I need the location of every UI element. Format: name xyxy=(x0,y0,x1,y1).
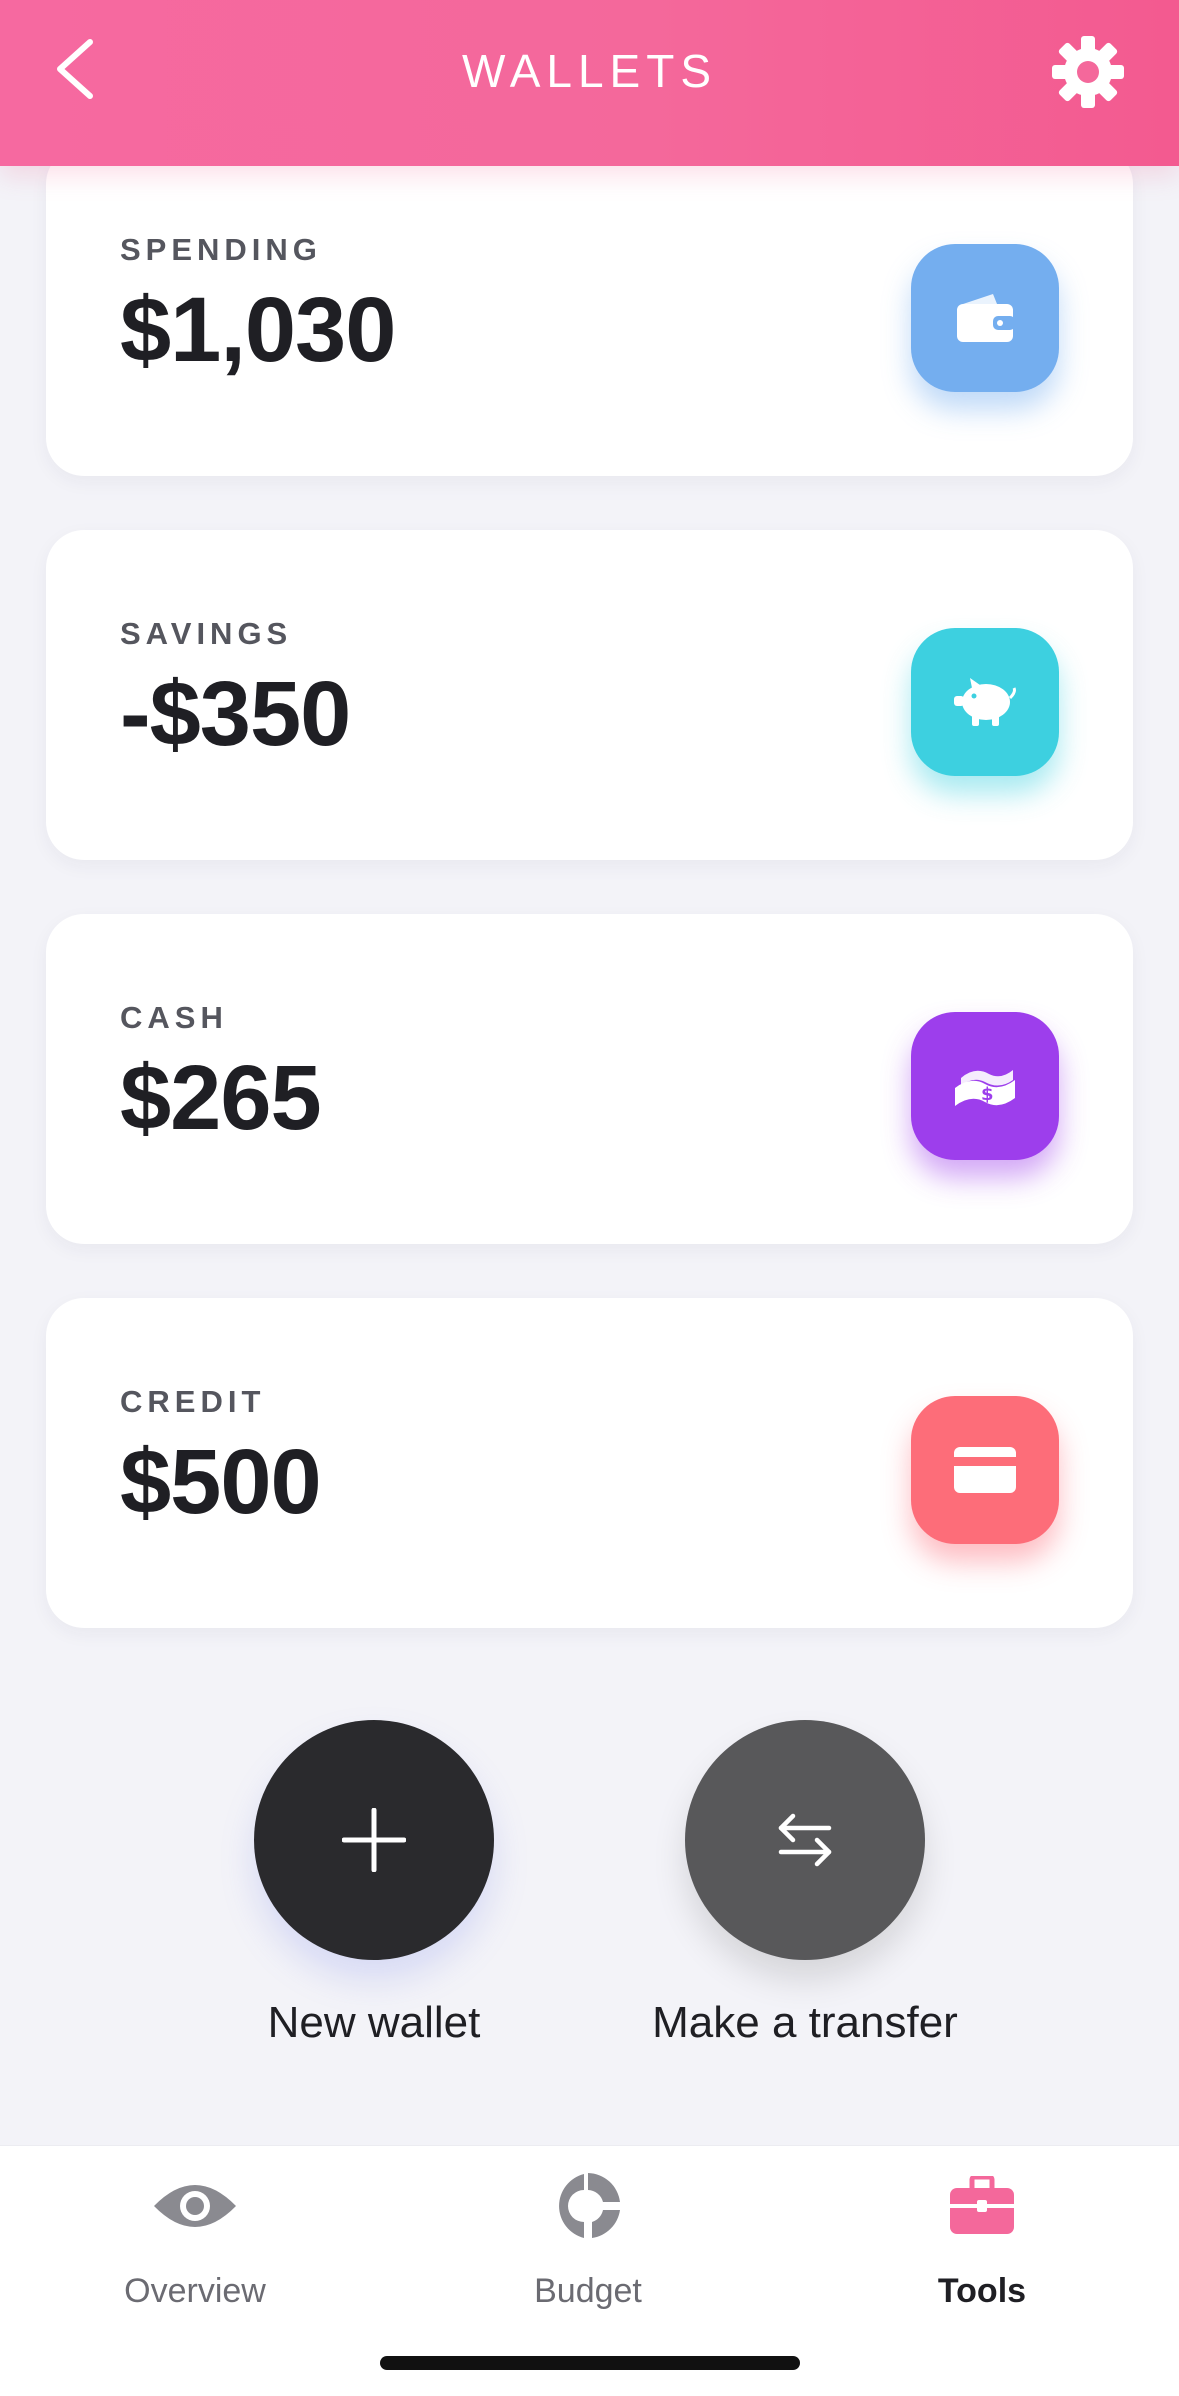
new-wallet-label: New wallet xyxy=(267,1998,481,2047)
wallet-amount: $500 xyxy=(120,1431,322,1533)
wallet-amount: $1,030 xyxy=(120,279,396,381)
wallet-icon-tile xyxy=(911,628,1059,776)
cash-icon: $ xyxy=(955,1070,1015,1106)
wallet-label: SAVINGS xyxy=(120,616,293,651)
wallet-card-cash[interactable]: CASH $265 $ xyxy=(46,914,1133,1244)
tab-label: Budget xyxy=(534,2272,642,2310)
wallet-amount: $265 xyxy=(120,1047,322,1149)
tab-icon-wrap xyxy=(932,2166,1032,2246)
new-wallet-button[interactable]: New wallet xyxy=(174,1720,574,2060)
wallet-label: CASH xyxy=(120,1000,228,1035)
piggy-bank-icon xyxy=(954,678,1016,726)
wallet-icon-tile xyxy=(911,1396,1059,1544)
wallet-card-savings[interactable]: SAVINGS -$350 xyxy=(46,530,1133,860)
tab-icon-wrap xyxy=(145,2166,245,2246)
toolbox-icon xyxy=(950,2176,1014,2234)
new-wallet-circle[interactable] xyxy=(254,1720,494,1960)
tab-label: Tools xyxy=(937,2272,1027,2310)
tab-overview[interactable]: Overview xyxy=(65,2166,325,2310)
credit-card-icon xyxy=(954,1447,1016,1493)
wallet-label: SPENDING xyxy=(120,232,322,267)
make-transfer-label: Make a transfer xyxy=(652,1998,958,2047)
eye-icon xyxy=(154,2185,236,2227)
wallet-icon-tile xyxy=(911,244,1059,392)
svg-text:$: $ xyxy=(981,1084,994,1105)
page-title: WALLETS xyxy=(461,45,718,97)
make-transfer-button[interactable]: Make a transfer xyxy=(605,1720,1005,2060)
transfer-arrows-icon xyxy=(778,1813,832,1867)
wallet-card-spending[interactable]: SPENDING $1,030 xyxy=(46,146,1133,476)
settings-button[interactable] xyxy=(1050,34,1126,110)
tab-icon-wrap xyxy=(538,2166,638,2246)
donut-chart-icon xyxy=(559,2173,620,2238)
home-indicator xyxy=(380,2356,800,2370)
plus-icon xyxy=(342,1808,406,1872)
top-bar: WALLETS xyxy=(0,0,1179,166)
wallet-icon-tile: $ xyxy=(911,1012,1059,1160)
tab-budget[interactable]: Budget xyxy=(458,2166,718,2310)
tab-tools[interactable]: Tools xyxy=(852,2166,1112,2310)
wallet-amount: -$350 xyxy=(120,663,351,765)
tab-label: Overview xyxy=(124,2272,266,2310)
gear-icon xyxy=(1052,36,1124,108)
make-transfer-circle[interactable] xyxy=(685,1720,925,1960)
wallet-card-credit[interactable]: CREDIT $500 xyxy=(46,1298,1133,1628)
wallet-icon xyxy=(957,294,1015,342)
wallet-label: CREDIT xyxy=(120,1384,266,1419)
